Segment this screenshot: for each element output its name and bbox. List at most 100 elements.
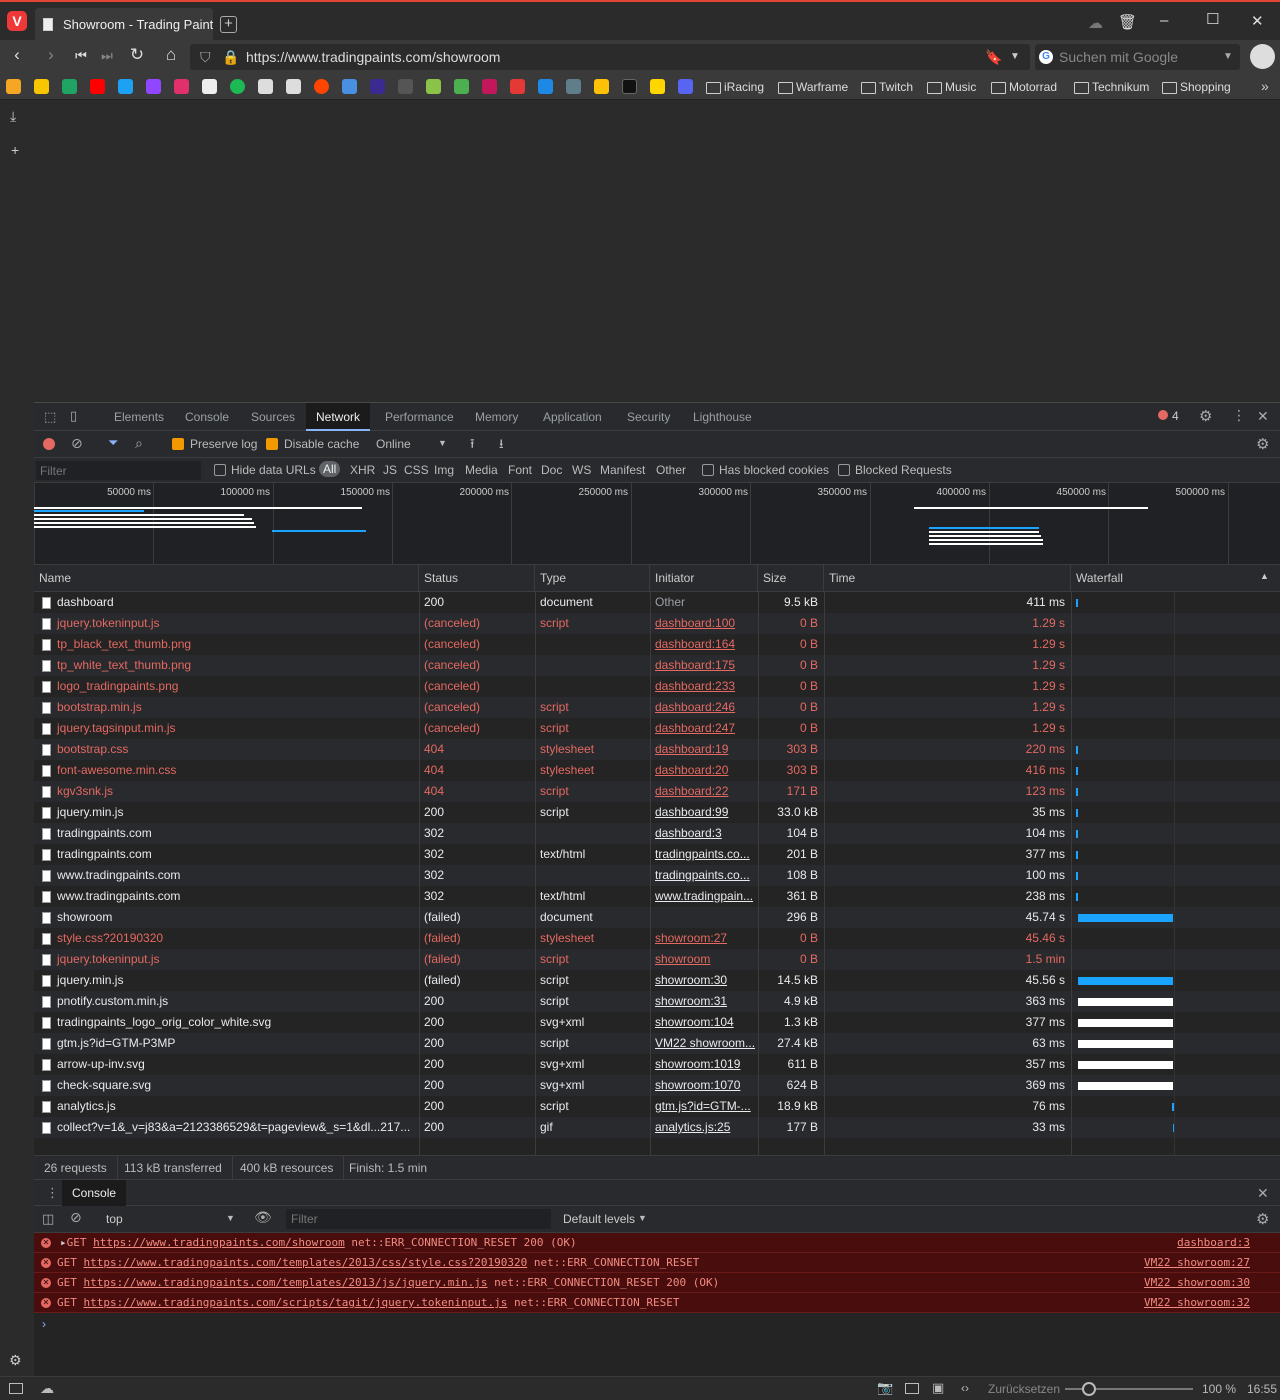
disable-cache-checkbox[interactable] [266,438,278,450]
table-row[interactable]: kgv3snk.js 404 script dashboard:22 171 B 123 … [34,781,1280,802]
bookmark-folder-warframe[interactable]: Warframe [778,79,848,95]
request-initiator[interactable]: showroom:27 [650,928,758,949]
table-row[interactable]: bootstrap.css 404 stylesheet dashboard:19 30… [34,739,1280,760]
search-field[interactable]: G Suchen mit Google ▼ [1035,44,1240,70]
request-name[interactable]: tp_black_text_thumb.png [52,634,419,655]
table-row[interactable]: font-awesome.min.css 404 stylesheet dashboa… [34,760,1280,781]
request-initiator[interactable]: gtm.js?id=GTM-... [650,1096,758,1117]
add-panel-icon[interactable]: + [11,142,19,158]
request-initiator[interactable]: dashboard:175 [650,655,758,676]
bookmark-icon-7[interactable] [454,79,469,94]
devtools-settings-icon[interactable]: ⚙ [1199,407,1212,425]
new-tab-button[interactable]: + [220,16,237,33]
lock-icon[interactable]: 🔒 [222,44,239,70]
table-row[interactable]: tp_white_text_thumb.png (canceled) dashboa… [34,655,1280,676]
column-name[interactable]: Name [34,565,419,592]
message-source-link[interactable]: dashboard:3 [1177,1233,1250,1253]
filter-media[interactable]: Media [465,463,498,477]
table-row[interactable]: pnotify.custom.min.js 200 script showroom:3… [34,991,1280,1012]
drive-icon[interactable] [62,79,77,94]
request-name[interactable]: tp_white_text_thumb.png [52,655,419,676]
filter-input[interactable] [36,461,201,480]
has-blocked-cookies-checkbox[interactable] [702,464,714,476]
request-initiator[interactable]: dashboard:100 [650,613,758,634]
console-sidebar-icon[interactable]: ◫ [42,1211,54,1227]
request-initiator[interactable]: VM22 showroom... [650,1033,758,1054]
bookmark-folder-twitch[interactable]: Twitch [861,79,913,95]
bookmark-icon-10[interactable] [566,79,581,94]
devtools-menu-icon[interactable]: ⋮ [1232,407,1246,424]
column-size[interactable]: Size [758,565,824,592]
reload-button[interactable]: ↻ [126,45,148,65]
bookmark-icon-11[interactable] [594,79,609,94]
network-overview-timeline[interactable]: 50000 ms 100000 ms 150000 ms 200000 ms 2… [34,483,1280,565]
request-initiator[interactable]: showroom:31 [650,991,758,1012]
column-initiator[interactable]: Initiator [650,565,758,592]
search-engine-dropdown-icon[interactable]: ▼ [1223,44,1233,70]
twitter-icon[interactable] [118,79,133,94]
filter-all[interactable]: All [319,461,341,477]
request-initiator[interactable]: dashboard:164 [650,634,758,655]
table-row[interactable]: tradingpaints.com 302 dashboard:3 104 B 104 … [34,823,1280,844]
rewind-button[interactable]: ⏮ [70,48,92,64]
browser-tab[interactable]: Showroom - Trading Paints [35,8,213,40]
request-name[interactable]: collect?v=1&_v=j83&a=2123386529&t=pagevi… [52,1117,419,1138]
bookmark-icon-2[interactable] [34,79,49,94]
network-settings-icon[interactable]: ⚙ [1256,435,1269,453]
export-har-icon[interactable]: ⭳ [499,435,504,457]
error-count-icon[interactable] [1158,410,1168,420]
request-name[interactable]: arrow-up-inv.svg [52,1054,419,1075]
table-row[interactable]: jquery.min.js (failed) script showroom:30 14… [34,970,1280,991]
console-settings-icon[interactable]: ⚙ [1256,1210,1269,1228]
instagram-icon[interactable] [174,79,189,94]
bookmark-icon[interactable]: 🔖 [985,44,1002,70]
table-row[interactable]: www.tradingpaints.com 302 text/html www.tra… [34,886,1280,907]
shield-icon[interactable]: ⛉ [200,44,211,70]
spotify-icon[interactable] [230,79,245,94]
error-count[interactable]: 4 [1172,409,1179,423]
close-window-button[interactable]: ✕ [1251,12,1264,30]
request-name[interactable]: logo_tradingpaints.png [52,676,419,697]
levels-dropdown-icon[interactable]: ▼ [638,1213,647,1223]
more-bookmarks-icon[interactable]: » [1261,78,1269,94]
inspect-element-icon[interactable]: ⬚ [44,409,56,425]
bookmark-icon-5[interactable] [398,79,413,94]
bookmark-icon-12[interactable] [622,79,637,94]
bookmark-icon-4[interactable] [370,79,385,94]
request-initiator[interactable]: www.tradingpain... [650,886,758,907]
console-error-message[interactable]: ✕ GET https://www.tradingpaints.com/scrip… [34,1293,1280,1313]
table-row[interactable]: www.tradingpaints.com 302 tradingpaints.co… [34,865,1280,886]
throttling-select[interactable]: Online [376,437,411,451]
table-row[interactable]: collect?v=1&_v=j83&a=2123386529&t=pagevi… [34,1117,1280,1138]
table-row[interactable]: tradingpaints_logo_orig_color_white.svg 2… [34,1012,1280,1033]
table-row[interactable]: analytics.js 200 script gtm.js?id=GTM-... 18… [34,1096,1280,1117]
column-status[interactable]: Status [419,565,535,592]
images-icon[interactable]: ▣ [932,1380,944,1396]
reddit-icon[interactable] [314,79,329,94]
console-error-message[interactable]: ✕ ▸GET https://www.tradingpaints.com/show… [34,1233,1280,1253]
bookmark-icon-8[interactable] [482,79,497,94]
filter-ws[interactable]: WS [572,463,591,477]
tiling-icon[interactable] [905,1383,919,1394]
bookmark-folder-iracing[interactable]: iRacing [706,79,764,95]
request-name[interactable]: www.tradingpaints.com [52,865,419,886]
table-row[interactable]: showroom (failed) document 296 B 45.74 s [34,907,1280,928]
bookmark-icon-6[interactable] [426,79,441,94]
request-name[interactable]: tradingpaints.com [52,844,419,865]
request-name[interactable]: showroom [52,907,419,928]
sync-cloud-icon[interactable]: ☁ [40,1380,54,1397]
maximize-button[interactable]: ☐ [1206,10,1219,28]
bookmark-folder-motorrad[interactable]: Motorrad [991,79,1057,95]
request-name[interactable]: jquery.tagsinput.min.js [52,718,419,739]
table-row[interactable]: bootstrap.min.js (canceled) script dashboar… [34,697,1280,718]
table-row[interactable]: jquery.min.js 200 script dashboard:99 33.0 k… [34,802,1280,823]
request-name[interactable]: www.tradingpaints.com [52,886,419,907]
paypal-icon[interactable] [538,79,553,94]
table-row[interactable]: logo_tradingpaints.png (canceled) dashboar… [34,676,1280,697]
amazon-icon[interactable] [202,79,217,94]
downloads-icon[interactable]: ⤓ [10,108,16,125]
drawer-tab-console[interactable]: Console [62,1180,127,1206]
cloud-icon[interactable]: ☁ [1088,14,1103,32]
zoom-slider-handle[interactable] [1082,1382,1096,1396]
request-url-link[interactable]: https://www.tradingpaints.com/templates/… [84,1276,488,1289]
